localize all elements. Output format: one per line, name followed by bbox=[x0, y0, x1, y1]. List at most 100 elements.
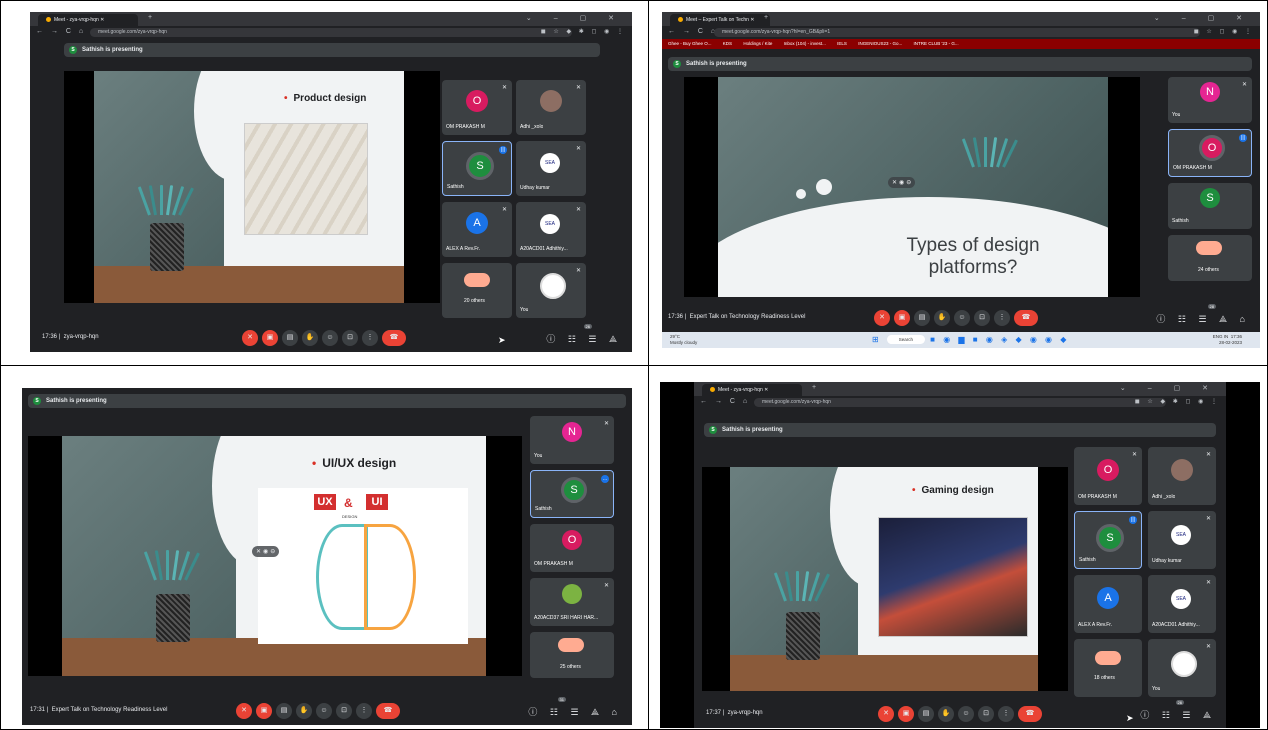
nav-buttons-icon[interactable]: ← → C ⌂ bbox=[36, 28, 86, 35]
tile-om-prakash[interactable]: ✕ O OM PRAKASH M bbox=[442, 80, 512, 135]
minus-icon[interactable]: ⊖ bbox=[270, 548, 275, 555]
window-controls-icon[interactable]: ⌄ – ▢ ✕ bbox=[1154, 14, 1252, 22]
side-panel-icons[interactable]: ⓘ ☷ ☰ ⟁ ⌂ bbox=[1156, 312, 1250, 325]
more-vert-icon[interactable]: ⋮ bbox=[362, 330, 378, 346]
windows-start-icon[interactable]: ⊞ bbox=[872, 335, 882, 344]
tile-adhi[interactable]: ✕ Adhi _xolo bbox=[1148, 447, 1216, 505]
meet-window: S Sathish is presenting • UI/UX design UX … bbox=[22, 388, 632, 725]
taskbar-search[interactable]: Search bbox=[886, 335, 925, 345]
bookmark[interactable]: Inbox (104) - invest... bbox=[784, 41, 826, 46]
mic-off-icon[interactable]: ✕ bbox=[256, 548, 261, 555]
tile-others[interactable]: 25 others bbox=[530, 632, 614, 678]
bookmark[interactable]: INTRE CLUB '23 - G... bbox=[913, 41, 958, 46]
bookmark[interactable]: INGENIOUS23 - Go... bbox=[858, 41, 902, 46]
address-bar[interactable]: meet.google.com/zya-vrqp-hqn bbox=[754, 398, 1166, 407]
window-controls-icon[interactable]: ⌄ – ▢ ✕ bbox=[1120, 384, 1218, 392]
presenter-avatar: S bbox=[709, 426, 717, 434]
extensions-icon[interactable]: ◼ ☆ ◆ ✱ ◻ ◉ ⋮ bbox=[1135, 398, 1220, 405]
mic-toggle-icon[interactable]: ✕ bbox=[874, 310, 890, 326]
weather-widget[interactable]: 29°C Mostly cloudy bbox=[670, 334, 697, 346]
browser-tab[interactable]: Meet – Expert Talk on Techn ✕ bbox=[670, 14, 770, 26]
more-vert-icon[interactable]: ⋮ bbox=[998, 706, 1014, 722]
camera-toggle-icon[interactable]: ▣ bbox=[262, 330, 278, 346]
tile-adhithiy[interactable]: ✕ SEA A20ACD01 Adhithiy... bbox=[516, 202, 586, 257]
more-vert-icon[interactable]: ⋮ bbox=[356, 703, 372, 719]
bookmark[interactable]: KDS bbox=[723, 41, 732, 46]
raise-hand-icon[interactable]: ✋ bbox=[296, 703, 312, 719]
emoji-icon[interactable]: ☺ bbox=[322, 330, 338, 346]
emoji-icon[interactable]: ☺ bbox=[954, 310, 970, 326]
tile-adhithiy[interactable]: ✕ SEA A20ACD01 Adhithiy... bbox=[1148, 575, 1216, 633]
bookmark[interactable]: Holdings / Kite bbox=[743, 41, 772, 46]
taskbar-clock[interactable]: ENG IN 17:36 28-02-2023 bbox=[1213, 334, 1242, 346]
address-bar[interactable]: meet.google.com/zya-vrqp-hqn bbox=[90, 28, 572, 37]
tile-om-prakash[interactable]: O OM PRAKASH M bbox=[530, 524, 614, 572]
new-tab-icon[interactable]: + bbox=[148, 14, 152, 21]
captions-icon[interactable]: ▤ bbox=[918, 706, 934, 722]
tile-udhay[interactable]: ✕ SEA Udhay kumar bbox=[516, 141, 586, 196]
present-icon[interactable]: ⊡ bbox=[978, 706, 994, 722]
nav-buttons-icon[interactable]: ← → C ⌂ bbox=[668, 28, 718, 35]
speaking-icon: ||| bbox=[499, 146, 507, 154]
tile-you[interactable]: ✕ You bbox=[516, 263, 586, 318]
tile-you[interactable]: ✕ N You bbox=[530, 416, 614, 464]
camera-toggle-icon[interactable]: ▣ bbox=[256, 703, 272, 719]
tile-sathish[interactable]: ||| S Sathish bbox=[1074, 511, 1142, 569]
captions-icon[interactable]: ▤ bbox=[914, 310, 930, 326]
address-bar[interactable]: meet.google.com/zya-vrqp-hqn?hl=en_GB&pl… bbox=[714, 28, 1200, 37]
side-panel-icons[interactable]: ⓘ ☷ ☰ ⟁ bbox=[546, 332, 622, 345]
raise-hand-icon[interactable]: ✋ bbox=[938, 706, 954, 722]
mic-toggle-icon[interactable]: ✕ bbox=[242, 330, 258, 346]
extensions-icon[interactable]: ◼ ☆ ◻ ◉ ⋮ bbox=[1194, 28, 1254, 35]
captions-icon[interactable]: ▤ bbox=[276, 703, 292, 719]
tile-sathish[interactable]: ||| S Sathish bbox=[442, 141, 512, 196]
tile-others[interactable]: 24 others bbox=[1168, 235, 1252, 281]
tile-sri-hari[interactable]: ✕ A20ACD37 SRI HARI HAR... bbox=[530, 578, 614, 626]
new-tab-icon[interactable]: + bbox=[764, 14, 768, 21]
tile-adhi[interactable]: ✕ Adhi _xolo bbox=[516, 80, 586, 135]
extensions-icon[interactable]: ◼ ☆ ◆ ✱ ◻ ◉ ⋮ bbox=[541, 28, 626, 35]
tile-others[interactable]: 18 others bbox=[1074, 639, 1142, 697]
raise-hand-icon[interactable]: ✋ bbox=[934, 310, 950, 326]
minus-icon[interactable]: ⊖ bbox=[906, 179, 911, 186]
mic-toggle-icon[interactable]: ✕ bbox=[236, 703, 252, 719]
mic-toggle-icon[interactable]: ✕ bbox=[878, 706, 894, 722]
browser-tab[interactable]: Meet - zya-vrqp-hqn ✕ bbox=[702, 384, 802, 396]
taskbar-pinned-icons[interactable]: ■ ◉ ▆ ■ ◉ ◈ ◆ ◉ ◉ ◆ bbox=[930, 335, 1069, 344]
tile-om-prakash[interactable]: ✕ O OM PRAKASH M bbox=[1074, 447, 1142, 505]
tile-you[interactable]: ✕ You bbox=[1148, 639, 1216, 697]
hangup-icon[interactable]: ☎ bbox=[1014, 310, 1038, 326]
side-panel-icons[interactable]: ⓘ ☷ ☰ ⟁ ⌂ bbox=[528, 705, 622, 718]
present-icon[interactable]: ⊡ bbox=[336, 703, 352, 719]
side-panel-icons[interactable]: ⓘ ☷ ☰ ⟁ bbox=[1140, 708, 1216, 721]
mic-off-icon[interactable]: ✕ bbox=[892, 179, 897, 186]
audio-icon[interactable]: ◉ bbox=[263, 548, 268, 555]
tile-alex[interactable]: A ALEX A Rev.Fr. bbox=[1074, 575, 1142, 633]
more-vert-icon[interactable]: ⋮ bbox=[994, 310, 1010, 326]
new-tab-icon[interactable]: + bbox=[812, 384, 816, 391]
tile-om-prakash[interactable]: ||| O OM PRAKASH M bbox=[1168, 129, 1252, 177]
nav-buttons-icon[interactable]: ← → C ⌂ bbox=[700, 398, 750, 405]
browser-tab[interactable]: Meet - zya-vrqp-hqn ✕ bbox=[38, 14, 138, 26]
window-controls-icon[interactable]: ⌄ – ▢ ✕ bbox=[526, 14, 624, 22]
camera-toggle-icon[interactable]: ▣ bbox=[898, 706, 914, 722]
tile-sathish[interactable]: S Sathish bbox=[1168, 183, 1252, 229]
tile-udhay[interactable]: ✕ SEA Udhay kumar bbox=[1148, 511, 1216, 569]
tile-you[interactable]: ✕ N You bbox=[1168, 77, 1252, 123]
tile-others[interactable]: 20 others bbox=[442, 263, 512, 318]
emoji-icon[interactable]: ☺ bbox=[958, 706, 974, 722]
hangup-icon[interactable]: ☎ bbox=[382, 330, 406, 346]
raise-hand-icon[interactable]: ✋ bbox=[302, 330, 318, 346]
hangup-icon[interactable]: ☎ bbox=[1018, 706, 1042, 722]
emoji-icon[interactable]: ☺ bbox=[316, 703, 332, 719]
camera-toggle-icon[interactable]: ▣ bbox=[894, 310, 910, 326]
present-icon[interactable]: ⊡ bbox=[342, 330, 358, 346]
present-icon[interactable]: ⊡ bbox=[974, 310, 990, 326]
tile-alex[interactable]: ✕ A ALEX A Rev.Fr. bbox=[442, 202, 512, 257]
bookmark[interactable]: IELS bbox=[837, 41, 847, 46]
hangup-icon[interactable]: ☎ bbox=[376, 703, 400, 719]
audio-icon[interactable]: ◉ bbox=[899, 179, 904, 186]
captions-icon[interactable]: ▤ bbox=[282, 330, 298, 346]
tile-sathish[interactable]: … S Sathish bbox=[530, 470, 614, 518]
bookmark[interactable]: Ghee - Buy Ghee O... bbox=[668, 41, 712, 46]
